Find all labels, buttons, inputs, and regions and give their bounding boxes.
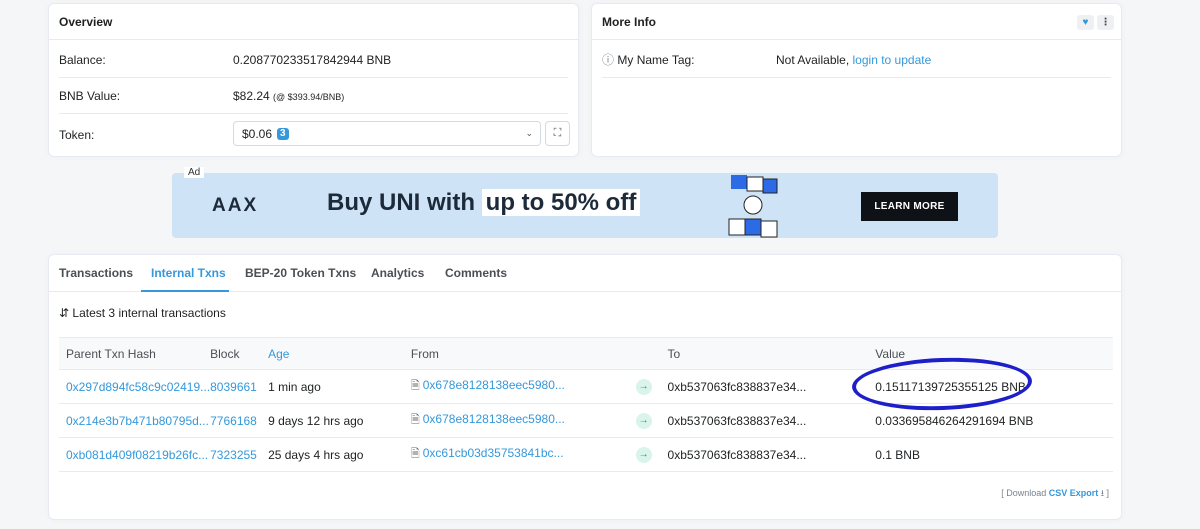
contract-file-icon: 🗎 xyxy=(410,380,420,392)
chevron-down-icon: ⌄ xyxy=(525,128,533,138)
arrow-right-icon: → xyxy=(635,412,652,429)
balance-value: 0.208770233517842944 BNB xyxy=(233,52,392,67)
more-options-button[interactable]: ⋮ xyxy=(1097,15,1114,30)
token-count-badge: 3 xyxy=(277,127,289,140)
parent-txn-hash-link[interactable]: 0xb081d409f08219b26fc... xyxy=(66,448,208,462)
block-link[interactable]: 7766168 xyxy=(210,414,257,428)
col-to: To xyxy=(667,337,876,370)
col-age[interactable]: Age xyxy=(268,337,411,370)
arrow-right-icon: → xyxy=(635,446,652,463)
table-row: 0x297d894fc58c9c02419... 8039661 1 min a… xyxy=(59,369,1113,404)
from-address-link[interactable]: 0x678e8128138eec5980... xyxy=(423,412,565,426)
question-circle-icon: ⓘ xyxy=(602,53,615,67)
col-direction xyxy=(635,337,668,370)
expand-icon: ⛶ xyxy=(553,127,562,139)
arrow-right-icon: → xyxy=(635,378,652,395)
name-tag-value: Not Available, xyxy=(776,52,850,67)
to-address: 0xb537063fc838837e34... xyxy=(667,437,876,472)
parent-txn-hash-link[interactable]: 0x214e3b7b471b80795d... xyxy=(66,414,209,428)
table-row: 0x214e3b7b471b80795d... 7766168 9 days 1… xyxy=(59,403,1113,438)
bnb-rate: (@ $393.94/BNB) xyxy=(273,91,345,102)
download-icon: ⭳ xyxy=(1100,488,1104,498)
token-label: Token: xyxy=(59,128,95,142)
value-text: 0.15117139725355125 BNB xyxy=(875,369,1113,404)
cube-illustration-icon xyxy=(728,175,778,238)
active-tab-indicator xyxy=(141,290,229,292)
tab-bar: Transactions Internal Txns BEP-20 Token … xyxy=(49,255,1121,292)
expand-button[interactable]: ⛶ xyxy=(545,121,570,146)
internal-txns-table: Parent Txn Hash Block Age From To Value … xyxy=(59,337,1113,472)
ad-headline-highlight: up to 50% off xyxy=(481,189,641,216)
from-address-link[interactable]: 0xc61cb03d35753841bc... xyxy=(423,446,564,460)
token-dropdown[interactable]: $0.06 3 ⌄ xyxy=(233,121,541,146)
transactions-card: Transactions Internal Txns BEP-20 Token … xyxy=(48,254,1122,520)
overview-title: Overview xyxy=(49,4,578,40)
ad-headline-plain: Buy UNI with xyxy=(327,189,475,216)
table-row: 0xb081d409f08219b26fc... 7323255 25 days… xyxy=(59,437,1113,472)
more-info-card: More Info ♥ ⋮ ⓘ My Name Tag: Not Availab… xyxy=(591,3,1122,157)
txn-summary-text: Latest 3 internal transactions xyxy=(72,306,226,320)
bnb-value-label: BNB Value: xyxy=(59,88,121,103)
csv-export: [ Download CSV Export ⭳ ] xyxy=(1001,486,1109,502)
ad-banner[interactable]: AAX Buy UNI with up to 50% off LEARN MOR… xyxy=(172,173,998,238)
tab-comments[interactable]: Comments xyxy=(445,266,507,280)
age-text: 1 min ago xyxy=(268,369,411,404)
value-text: 0.1 BNB xyxy=(875,437,1113,472)
vertical-dots-icon: ⋮ xyxy=(1100,17,1111,28)
from-address-link[interactable]: 0x678e8128138eec5980... xyxy=(423,378,565,392)
tab-internal-txns[interactable]: Internal Txns xyxy=(151,266,226,280)
name-tag-label-group: ⓘ My Name Tag: xyxy=(602,51,695,68)
ad-headline: Buy UNI with up to 50% off xyxy=(327,189,641,217)
col-parent-txn-hash: Parent Txn Hash xyxy=(59,337,211,370)
bnb-value: $82.24 (@ $393.94/BNB) xyxy=(233,89,344,103)
learn-more-button[interactable]: LEARN MORE xyxy=(861,192,958,221)
contract-file-icon: 🗎 xyxy=(410,448,420,460)
token-row: Token: $0.06 3 ⌄ ⛶ xyxy=(59,117,570,153)
tab-transactions[interactable]: Transactions xyxy=(59,266,133,280)
to-address: 0xb537063fc838837e34... xyxy=(667,369,876,404)
favorite-button[interactable]: ♥ xyxy=(1077,15,1094,30)
block-link[interactable]: 7323255 xyxy=(210,448,257,462)
export-prefix: [ Download xyxy=(1001,488,1047,498)
heart-icon: ♥ xyxy=(1082,17,1089,28)
age-text: 9 days 12 hrs ago xyxy=(268,403,411,438)
ad-logo: AAX xyxy=(212,195,259,216)
name-tag-value-group: Not Available, login to update xyxy=(776,53,931,67)
name-tag-label: My Name Tag: xyxy=(617,53,695,67)
sort-icon: ⇵ xyxy=(59,306,70,320)
tab-bep20-token-txns[interactable]: BEP-20 Token Txns xyxy=(245,266,356,280)
ad-label: Ad xyxy=(184,167,205,178)
txn-summary: ⇵ Latest 3 internal transactions xyxy=(59,306,226,320)
token-value: $0.06 xyxy=(242,126,273,141)
age-text: 25 days 4 hrs ago xyxy=(268,437,411,472)
to-address: 0xb537063fc838837e34... xyxy=(667,403,876,438)
bnb-value-amount: $82.24 xyxy=(233,88,270,103)
value-text: 0.033695846264291694 BNB xyxy=(875,403,1113,438)
parent-txn-hash-link[interactable]: 0x297d894fc58c9c02419... xyxy=(66,380,210,394)
export-suffix: ] xyxy=(1106,488,1109,498)
balance-row: Balance: 0.208770233517842944 BNB xyxy=(59,42,568,78)
name-tag-row: ⓘ My Name Tag: Not Available, login to u… xyxy=(602,42,1111,78)
col-from: From xyxy=(410,337,636,370)
bnb-value-row: BNB Value: $82.24 (@ $393.94/BNB) xyxy=(59,78,568,114)
table-header-row: Parent Txn Hash Block Age From To Value xyxy=(59,337,1113,370)
balance-label: Balance: xyxy=(59,52,106,67)
csv-export-link[interactable]: CSV Export xyxy=(1049,488,1099,498)
col-block: Block xyxy=(210,337,269,370)
col-value: Value xyxy=(875,337,1113,370)
login-to-update-link[interactable]: login to update xyxy=(853,53,932,67)
tab-analytics[interactable]: Analytics xyxy=(371,266,424,280)
block-link[interactable]: 8039661 xyxy=(210,380,257,394)
contract-file-icon: 🗎 xyxy=(410,414,420,426)
more-info-title: More Info xyxy=(592,4,1121,40)
overview-card: Overview Balance: 0.208770233517842944 B… xyxy=(48,3,579,157)
